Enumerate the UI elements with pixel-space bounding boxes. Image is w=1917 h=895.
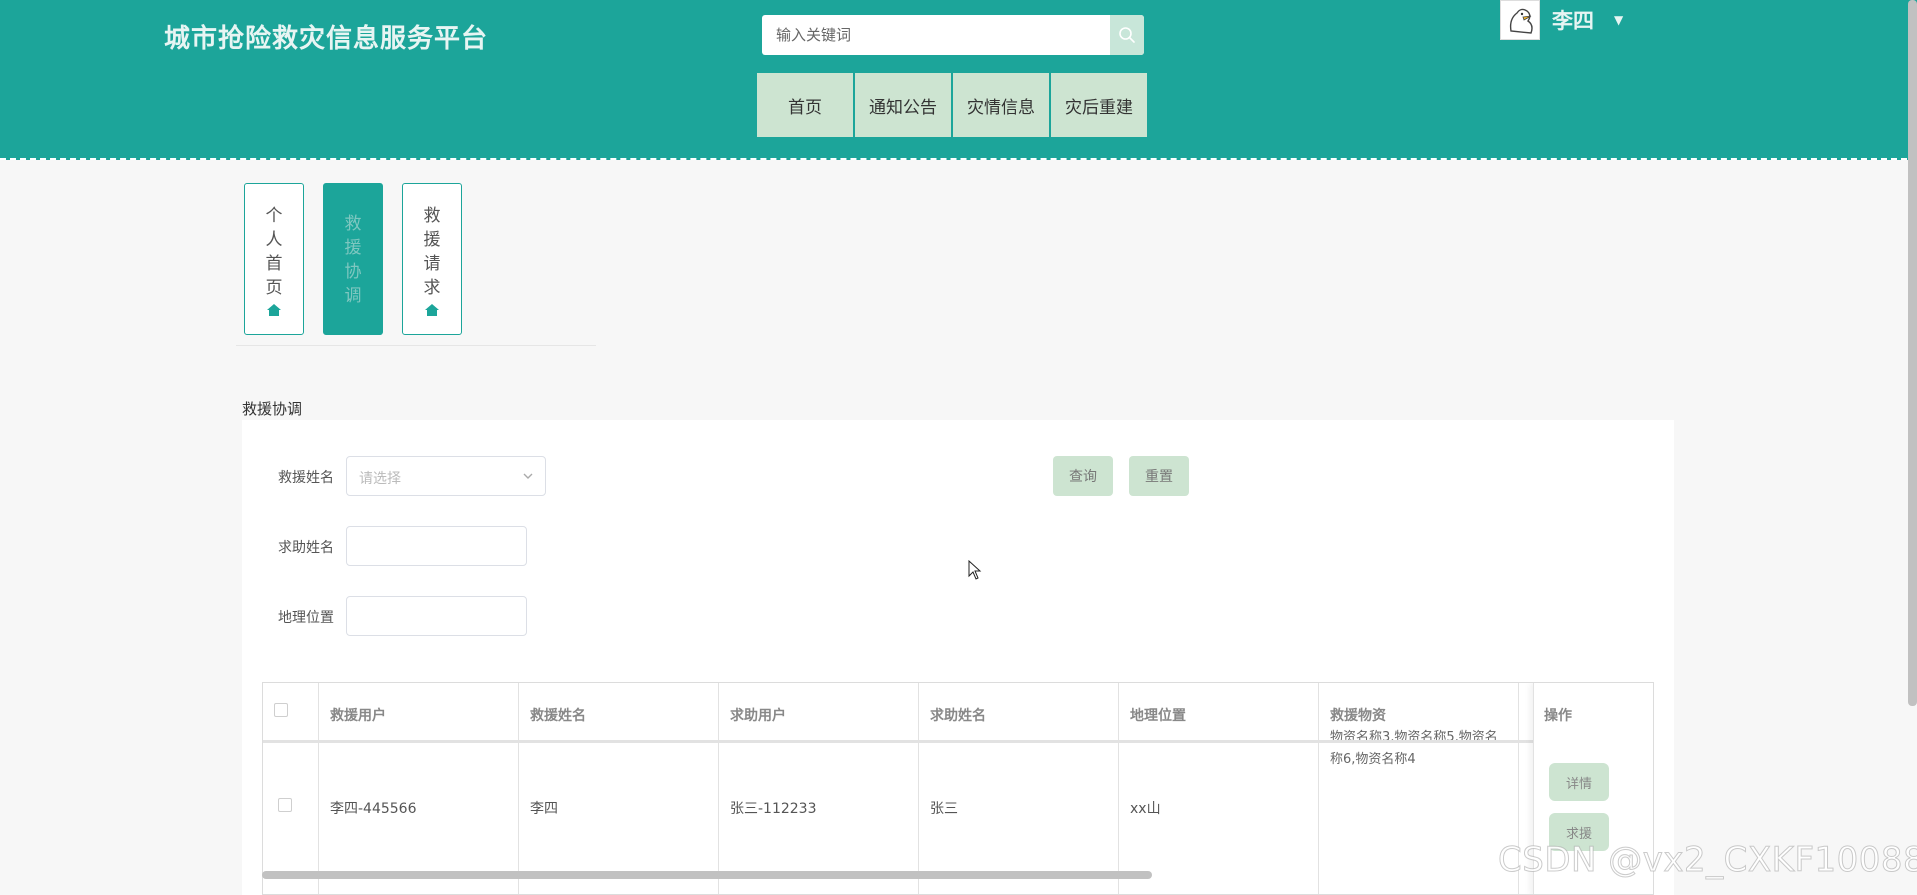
- nav-item-notice[interactable]: 通知公告: [855, 73, 951, 137]
- horizontal-scrollbar[interactable]: [262, 871, 1152, 879]
- table-cell: 张三: [930, 801, 958, 817]
- tab-label: 救援请求: [423, 206, 441, 298]
- rescue-name-select[interactable]: 请选择: [346, 456, 546, 496]
- table-cell: 张三-112233: [730, 801, 817, 817]
- table-cell: 李四-445566: [330, 801, 417, 817]
- help-name-input[interactable]: [346, 526, 527, 566]
- home-icon: [425, 304, 439, 316]
- nav-item-home[interactable]: 首页: [757, 73, 853, 137]
- location-label: 地理位置: [278, 610, 334, 626]
- tabs-divider: [236, 345, 596, 346]
- rescue-name-label: 救援姓名: [278, 470, 334, 486]
- table-cell: 李四: [530, 801, 558, 817]
- query-button[interactable]: 查询: [1053, 456, 1113, 496]
- avatar[interactable]: [1500, 0, 1540, 40]
- section-title: 救援协调: [242, 400, 303, 418]
- main-nav: 首页 通知公告 灾情信息 灾后重建: [757, 73, 1147, 137]
- search-icon: [1119, 27, 1135, 43]
- table-cell: xx山: [1130, 801, 1161, 817]
- site-title: 城市抢险救灾信息服务平台: [164, 24, 489, 54]
- location-input[interactable]: [346, 596, 527, 636]
- table-header-row: [263, 683, 1653, 743]
- header: 城市抢险救灾信息服务平台 首页 通知公告 灾情信息 灾后重建 李四 ▼: [0, 0, 1917, 160]
- nav-item-disaster-info[interactable]: 灾情信息: [953, 73, 1049, 137]
- tab-rescue-coordination[interactable]: 救援协调: [323, 183, 383, 335]
- vertical-scrollbar[interactable]: [1908, 0, 1917, 706]
- watermark: CSDN @vx2_CXKF10088: [1497, 840, 1917, 881]
- chevron-down-icon: [523, 473, 533, 479]
- user-menu[interactable]: 李四 ▼: [1500, 0, 1623, 40]
- user-name[interactable]: 李四: [1552, 5, 1594, 35]
- rescue-name-placeholder: 请选择: [359, 471, 401, 487]
- help-name-label: 求助姓名: [278, 540, 334, 556]
- home-icon: [267, 304, 281, 316]
- tab-label: 救援协调: [344, 214, 362, 306]
- row-checkbox[interactable]: [278, 798, 292, 812]
- search-box: [762, 15, 1144, 55]
- tab-personal-home[interactable]: 个人首页: [244, 183, 304, 335]
- rescue-table: 救援用户 李四-445566 救援姓名 李四 求助用户 张三-112233 求助…: [262, 682, 1654, 895]
- mouse-cursor-icon: [968, 560, 982, 580]
- search-input[interactable]: [762, 15, 1110, 55]
- tab-rescue-request[interactable]: 救援请求: [402, 183, 462, 335]
- tab-label: 个人首页: [265, 206, 283, 298]
- nav-item-rebuild[interactable]: 灾后重建: [1051, 73, 1147, 137]
- caret-down-icon[interactable]: ▼: [1614, 13, 1623, 27]
- details-button[interactable]: 详情: [1549, 763, 1609, 801]
- profile-tabs: 个人首页 救援协调 救援请求: [244, 183, 462, 335]
- column-header: 操作: [1544, 708, 1572, 724]
- reset-button[interactable]: 重置: [1129, 456, 1189, 496]
- duck-avatar-icon: [1501, 1, 1539, 39]
- search-button[interactable]: [1110, 15, 1144, 55]
